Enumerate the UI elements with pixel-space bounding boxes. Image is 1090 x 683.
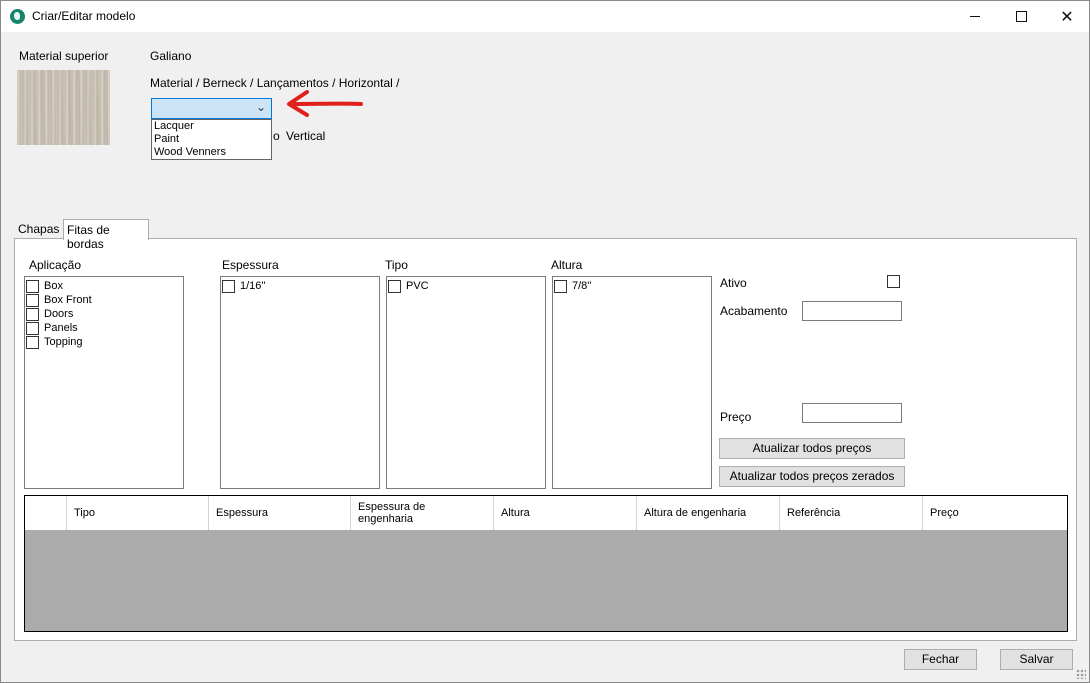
row-header-corner: [25, 496, 66, 530]
list-item[interactable]: 7/8'': [554, 279, 592, 293]
material-path: Material / Berneck / Lançamentos / Horiz…: [150, 76, 400, 90]
list-item[interactable]: PVC: [388, 279, 429, 293]
close-icon: ✕: [1060, 8, 1074, 26]
tab-chapas[interactable]: Chapas: [15, 219, 63, 239]
list-item[interactable]: Box Front: [26, 293, 92, 307]
update-zero-prices-button[interactable]: Atualizar todos preços zerados: [719, 466, 905, 487]
espessura-label: Espessura: [222, 258, 279, 272]
prices-grid[interactable]: Tipo Espessura Espessura de engenharia A…: [24, 495, 1068, 632]
ativo-label: Ativo: [720, 276, 747, 290]
checkbox[interactable]: [26, 307, 39, 321]
column-header-espessura-engenharia[interactable]: Espessura de engenharia: [350, 496, 493, 530]
update-all-prices-button[interactable]: Atualizar todos preços: [719, 438, 905, 459]
tipo-listbox[interactable]: PVC: [386, 276, 546, 489]
acabamento-label: Acabamento: [720, 304, 788, 318]
checkbox[interactable]: [554, 279, 567, 293]
list-item[interactable]: Box: [26, 279, 63, 293]
app-icon: [10, 9, 25, 24]
finish-combobox[interactable]: ⌄: [151, 98, 272, 119]
red-arrow-annotation-icon: [287, 90, 363, 117]
column-header-altura-engenharia[interactable]: Altura de engenharia: [636, 496, 779, 530]
save-button[interactable]: Salvar: [1000, 649, 1073, 670]
list-item[interactable]: Doors: [26, 307, 73, 321]
tipo-label: Tipo: [385, 258, 408, 272]
preco-input[interactable]: [802, 403, 902, 423]
chevron-down-icon: ⌄: [255, 100, 266, 114]
title-bar: Criar/Editar modelo ✕: [1, 1, 1089, 32]
material-name: Galiano: [150, 49, 192, 63]
grid-header: Tipo Espessura Espessura de engenharia A…: [25, 496, 1067, 530]
window-title: Criar/Editar modelo: [32, 9, 136, 23]
material-texture-image: [17, 70, 110, 145]
ativo-checkbox[interactable]: [887, 275, 900, 288]
espessura-listbox[interactable]: 1/16'': [220, 276, 380, 489]
dropdown-option-wood-venners[interactable]: Wood Venners: [152, 146, 271, 159]
minimize-button[interactable]: [952, 1, 998, 32]
column-header-referencia[interactable]: Referência: [779, 496, 922, 530]
maximize-button[interactable]: [998, 1, 1044, 32]
list-item[interactable]: 1/16'': [222, 279, 266, 293]
list-item[interactable]: Panels: [26, 321, 78, 335]
orientation-label[interactable]: Vertical: [286, 129, 325, 143]
checkbox[interactable]: [26, 279, 39, 293]
dialog-window: Criar/Editar modelo ✕ Material superior …: [0, 0, 1090, 683]
finish-dropdown-list: Lacquer Paint Wood Venners: [151, 119, 272, 160]
aplicacao-listbox[interactable]: Box Box Front Doors Panels Topping: [24, 276, 184, 489]
maximize-icon: [1015, 11, 1027, 22]
checkbox[interactable]: [26, 293, 39, 307]
dropdown-option-lacquer[interactable]: Lacquer: [152, 120, 271, 133]
aplicacao-label: Aplicação: [29, 258, 82, 272]
dropdown-option-paint[interactable]: Paint: [152, 133, 271, 146]
altura-listbox[interactable]: 7/8'': [552, 276, 712, 489]
close-button[interactable]: ✕: [1044, 1, 1090, 32]
acabamento-input[interactable]: [802, 301, 902, 321]
checkbox[interactable]: [26, 321, 39, 335]
column-header-espessura[interactable]: Espessura: [208, 496, 350, 530]
altura-label: Altura: [551, 258, 583, 272]
column-header-preco[interactable]: Preço: [922, 496, 1067, 530]
column-header-altura[interactable]: Altura: [493, 496, 636, 530]
checkbox[interactable]: [26, 335, 39, 349]
list-item[interactable]: Topping: [26, 335, 83, 349]
checkbox[interactable]: [222, 279, 235, 293]
column-header-tipo[interactable]: Tipo: [66, 496, 208, 530]
resize-grip-icon[interactable]: [1076, 669, 1086, 679]
tab-fitas-de-bordas[interactable]: Fitas de bordas: [63, 219, 149, 251]
close-dialog-button[interactable]: Fechar: [904, 649, 977, 670]
preco-label: Preço: [720, 410, 752, 424]
checkbox[interactable]: [388, 279, 401, 293]
orientation-label-partial: o: [273, 129, 280, 143]
minimize-icon: [970, 16, 980, 17]
material-label: Material superior: [19, 49, 109, 63]
